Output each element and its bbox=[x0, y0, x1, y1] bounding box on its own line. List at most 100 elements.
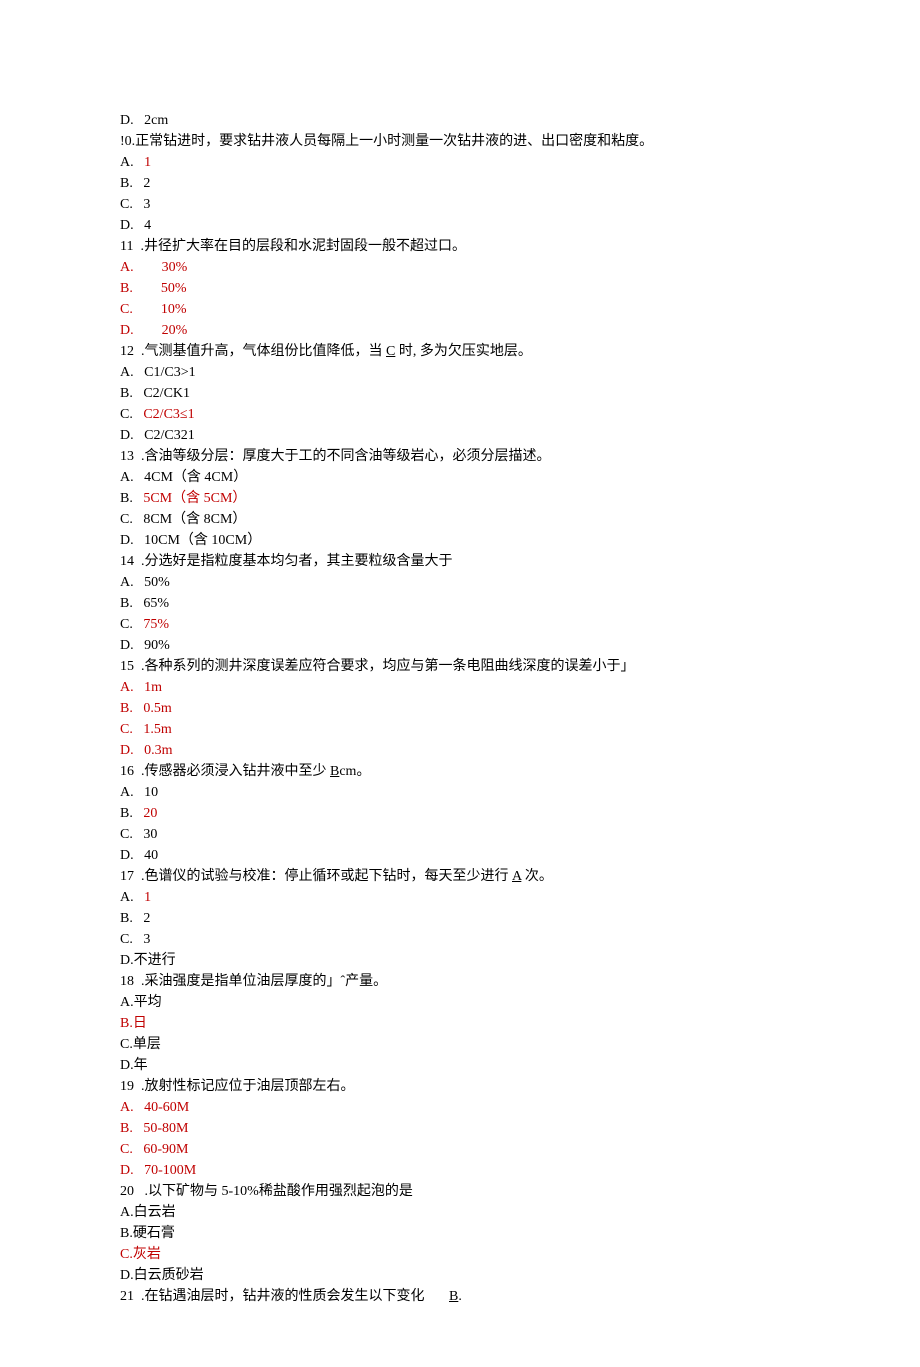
option-text: C2/C321 bbox=[144, 428, 195, 443]
q12-option-b: B. C2/CK1 bbox=[120, 383, 800, 404]
q11-option-b: B. 50% bbox=[120, 278, 800, 299]
option-text: 40 bbox=[144, 848, 158, 863]
q10-option-b: B. 2 bbox=[120, 173, 800, 194]
q9-option-d: D. 2cm bbox=[120, 110, 800, 131]
option-text: 40-60M bbox=[144, 1100, 189, 1115]
option-text: 白云岩 bbox=[134, 1205, 176, 1220]
q17-option-c: C. 3 bbox=[120, 929, 800, 950]
stem-after: cm。 bbox=[339, 764, 370, 779]
option-text: C1/C3>1 bbox=[144, 365, 195, 380]
stem-before: .色谱仪的试验与校准：停止循环或起下钻时，每天至少进行 bbox=[141, 869, 512, 884]
q16-option-b: B. 20 bbox=[120, 803, 800, 824]
option-text: 白云质砂岩 bbox=[134, 1268, 204, 1283]
q10-option-a: A. 1 bbox=[120, 152, 800, 173]
option-label: D. bbox=[120, 113, 134, 128]
question-number: 14 bbox=[120, 554, 134, 569]
option-text: 90% bbox=[144, 638, 170, 653]
q15-option-c: C. 1.5m bbox=[120, 719, 800, 740]
option-text: 30 bbox=[143, 827, 157, 842]
q11-option-c: C. 10% bbox=[120, 299, 800, 320]
stem-blank: B bbox=[449, 1289, 458, 1304]
stem-before: .气测基值升高，气体组份比值降低，当 bbox=[141, 344, 386, 359]
option-text: 20 bbox=[143, 806, 157, 821]
option-text: 3 bbox=[143, 197, 150, 212]
q17-option-b: B. 2 bbox=[120, 908, 800, 929]
option-text: 70-100M bbox=[144, 1163, 196, 1178]
q15-stem: 15 .各种系列的测井深度误差应符合要求，均应与第一条电阻曲线深度的误差小于」 bbox=[120, 656, 800, 677]
question-number: 13 bbox=[120, 449, 134, 464]
option-text: 0.5m bbox=[143, 701, 171, 716]
question-text: .井径扩大率在目的层段和水泥封固段一般不超过口。 bbox=[140, 239, 466, 254]
question-number: 20 bbox=[120, 1184, 134, 1199]
q19-option-d: D. 70-100M bbox=[120, 1160, 800, 1181]
question-number: 16 bbox=[120, 764, 134, 779]
q16-option-a: A. 10 bbox=[120, 782, 800, 803]
option-text: C2/CK1 bbox=[143, 386, 190, 401]
q10-stem: !0.正常钻进时，要求钻井液人员每隔上一小时测量一次钻井液的进、出口密度和粘度。 bbox=[120, 131, 800, 152]
option-text: 4 bbox=[144, 218, 151, 233]
option-text: 10CM（含 10CM） bbox=[144, 533, 261, 548]
q15-option-d: D. 0.3m bbox=[120, 740, 800, 761]
q14-stem: 14 .分选好是指粒度基本均匀者，其主要粒级含量大于 bbox=[120, 551, 800, 572]
option-text: 50% bbox=[144, 575, 170, 590]
stem-before: .传感器必须浸入钻井液中至少 bbox=[141, 764, 330, 779]
option-text: 30% bbox=[162, 260, 188, 275]
option-text: 2 bbox=[143, 911, 150, 926]
q16-option-c: C. 30 bbox=[120, 824, 800, 845]
option-text: 不进行 bbox=[134, 953, 176, 968]
option-text: C2/C3≤1 bbox=[143, 407, 194, 422]
option-text: 5CM（含 5CM） bbox=[143, 491, 246, 506]
q19-stem: 19 .放射性标记应位于油层顶部左右。 bbox=[120, 1076, 800, 1097]
question-text: .含油等级分层：厚度大于工的不同含油等级岩心，必须分层描述。 bbox=[141, 449, 551, 464]
q13-stem: 13 .含油等级分层：厚度大于工的不同含油等级岩心，必须分层描述。 bbox=[120, 446, 800, 467]
question-text: .各种系列的测井深度误差应符合要求，均应与第一条电阻曲线深度的误差小于」 bbox=[141, 659, 635, 674]
q16-stem: 16 .传感器必须浸入钻井液中至少 Bcm。 bbox=[120, 761, 800, 782]
q19-option-b: B. 50-80M bbox=[120, 1118, 800, 1139]
option-text: 2cm bbox=[144, 113, 168, 128]
question-text: .分选好是指粒度基本均匀者，其主要粒级含量大于 bbox=[141, 554, 453, 569]
q14-option-c: C. 75% bbox=[120, 614, 800, 635]
option-text: 1 bbox=[144, 155, 151, 170]
option-text: 8CM（含 8CM） bbox=[143, 512, 246, 527]
q11-stem: 11 .井径扩大率在目的层段和水泥封固段一般不超过口。 bbox=[120, 236, 800, 257]
stem-blank: C bbox=[386, 344, 395, 359]
q14-option-a: A. 50% bbox=[120, 572, 800, 593]
question-text: .采油强度是指单位油层厚度的」ˆ产量。 bbox=[141, 974, 387, 989]
q13-option-b: B. 5CM（含 5CM） bbox=[120, 488, 800, 509]
q12-option-a: A. C1/C3>1 bbox=[120, 362, 800, 383]
option-text: 10 bbox=[144, 785, 158, 800]
question-text: !0.正常钻进时，要求钻井液人员每隔上一小时测量一次钻井液的进、出口密度和粘度。 bbox=[120, 134, 653, 149]
q13-option-d: D. 10CM（含 10CM） bbox=[120, 530, 800, 551]
option-text: 2 bbox=[143, 176, 150, 191]
option-text: 1.5m bbox=[143, 722, 171, 737]
option-text: 灰岩 bbox=[133, 1247, 161, 1262]
q10-option-d: D. 4 bbox=[120, 215, 800, 236]
option-text: 硬石膏 bbox=[133, 1226, 175, 1241]
option-text: 年 bbox=[134, 1058, 148, 1073]
q13-option-c: C. 8CM（含 8CM） bbox=[120, 509, 800, 530]
q17-option-d: D.不进行 bbox=[120, 950, 800, 971]
q17-stem: 17 .色谱仪的试验与校准：停止循环或起下钻时，每天至少进行 A 次。 bbox=[120, 866, 800, 887]
stem-blank: A bbox=[512, 869, 521, 884]
q14-option-b: B. 65% bbox=[120, 593, 800, 614]
option-text: 50-80M bbox=[143, 1121, 188, 1136]
option-text: 3 bbox=[143, 932, 150, 947]
option-text: 60-90M bbox=[143, 1142, 188, 1157]
question-number: 11 bbox=[120, 239, 133, 254]
stem-before: .在钻遇油层时，钻井液的性质会发生以下变化 bbox=[141, 1289, 449, 1304]
q15-option-a: A. 1m bbox=[120, 677, 800, 698]
stem-after: 次。 bbox=[521, 869, 553, 884]
question-text: .以下矿物与 5-10%稀盐酸作用强烈起泡的是 bbox=[145, 1184, 413, 1199]
question-number: 12 bbox=[120, 344, 134, 359]
q20-option-b: B.硬石膏 bbox=[120, 1223, 800, 1244]
option-text: 4CM（含 4CM） bbox=[144, 470, 247, 485]
question-number: 21 bbox=[120, 1289, 134, 1304]
option-text: 20% bbox=[162, 323, 188, 338]
option-text: 平均 bbox=[134, 995, 162, 1010]
q19-option-a: A. 40-60M bbox=[120, 1097, 800, 1118]
option-text: 单层 bbox=[133, 1037, 161, 1052]
question-number: 19 bbox=[120, 1079, 134, 1094]
q12-stem: 12 .气测基值升高，气体组份比值降低，当 C 时, 多为欠压实地层。 bbox=[120, 341, 800, 362]
q18-stem: 18 .采油强度是指单位油层厚度的」ˆ产量。 bbox=[120, 971, 800, 992]
q11-option-a: A. 30% bbox=[120, 257, 800, 278]
